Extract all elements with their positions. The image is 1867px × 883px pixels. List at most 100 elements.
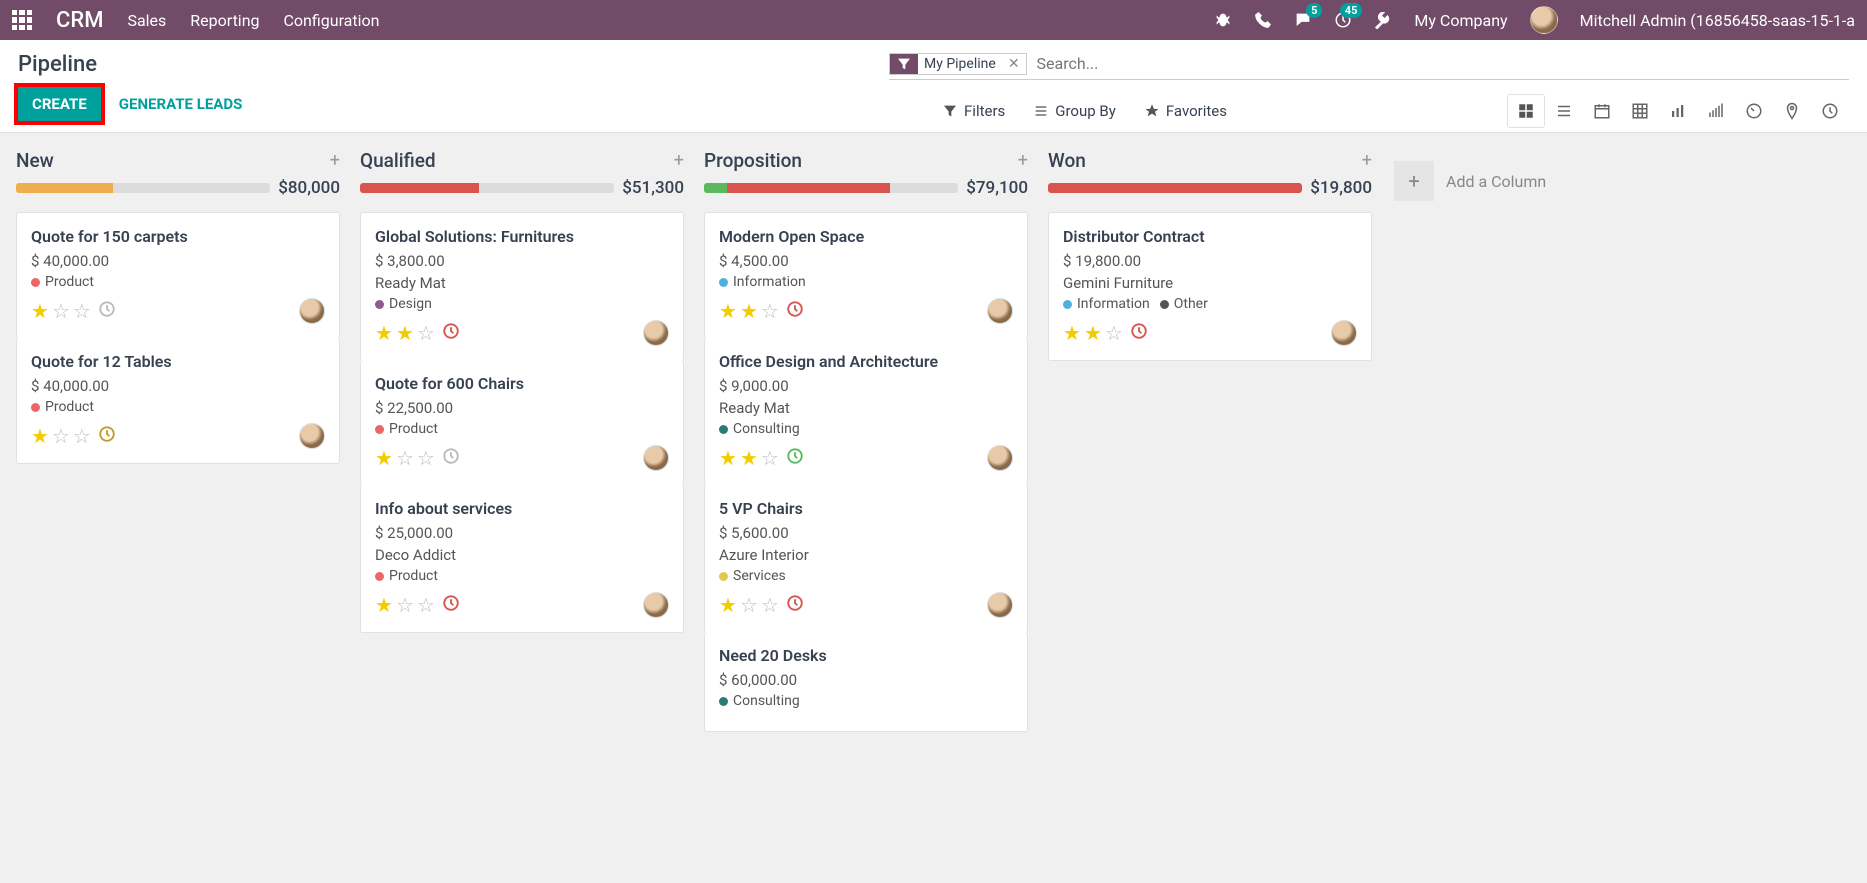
card-avatar[interactable] [987, 445, 1013, 471]
priority-star[interactable]: ★ [740, 446, 758, 470]
user-avatar[interactable] [1530, 6, 1558, 34]
phone-icon[interactable] [1254, 11, 1272, 29]
calendar-view-button[interactable] [1583, 94, 1621, 128]
activity-clock-icon[interactable] [438, 447, 460, 469]
kanban-card[interactable]: Distributor Contract$ 19,800.00Gemini Fu… [1048, 212, 1372, 361]
kanban-card[interactable]: Quote for 600 Chairs$ 22,500.00Product★☆… [360, 360, 684, 486]
groupby-dropdown[interactable]: Group By [1033, 102, 1116, 120]
generate-leads-button[interactable]: GENERATE LEADS [119, 95, 243, 113]
kanban-card[interactable]: Global Solutions: Furnitures$ 3,800.00Re… [360, 212, 684, 361]
tag-dot-icon [31, 403, 40, 412]
nav-sales[interactable]: Sales [127, 11, 166, 30]
add-column-label[interactable]: Add a Column [1446, 172, 1546, 191]
card-avatar[interactable] [643, 445, 669, 471]
priority-star[interactable]: ☆ [73, 299, 91, 323]
priority-star[interactable]: ☆ [417, 593, 435, 617]
card-avatar[interactable] [987, 298, 1013, 324]
dashboard-view-button[interactable] [1735, 94, 1773, 128]
kanban-card[interactable]: Need 20 Desks$ 60,000.00Consulting [704, 632, 1028, 732]
priority-star[interactable]: ★ [375, 321, 393, 345]
priority-star[interactable]: ☆ [761, 593, 779, 617]
activity-icon[interactable]: 45 [1334, 11, 1352, 29]
card-avatar[interactable] [299, 298, 325, 324]
priority-star[interactable]: ☆ [396, 446, 414, 470]
map-view-button[interactable] [1773, 94, 1811, 128]
kanban-card[interactable]: Modern Open Space$ 4,500.00Information★★… [704, 212, 1028, 339]
graph-view-button[interactable] [1659, 94, 1697, 128]
priority-star[interactable]: ☆ [396, 593, 414, 617]
priority-star[interactable]: ★ [396, 321, 414, 345]
card-avatar[interactable] [299, 423, 325, 449]
priority-star[interactable]: ★ [719, 446, 737, 470]
company-selector[interactable]: My Company [1414, 11, 1507, 30]
kanban-card[interactable]: Office Design and Architecture$ 9,000.00… [704, 338, 1028, 486]
wrench-icon[interactable] [1374, 11, 1392, 29]
priority-star[interactable]: ☆ [417, 446, 435, 470]
tag-dot-icon [375, 425, 384, 434]
nav-reporting[interactable]: Reporting [190, 11, 259, 30]
priority-star[interactable]: ★ [719, 299, 737, 323]
card-avatar[interactable] [987, 592, 1013, 618]
card-title: Quote for 150 carpets [31, 227, 325, 246]
card-avatar[interactable] [643, 592, 669, 618]
priority-star[interactable]: ☆ [417, 321, 435, 345]
activity-clock-icon[interactable] [1126, 322, 1148, 344]
favorites-dropdown[interactable]: Favorites [1144, 102, 1227, 120]
tag-dot-icon [31, 278, 40, 287]
pivot-view-button[interactable] [1621, 94, 1659, 128]
apps-grid-icon[interactable] [12, 10, 32, 30]
priority-star[interactable]: ☆ [73, 424, 91, 448]
priority-star[interactable]: ☆ [1105, 321, 1123, 345]
priority-star[interactable]: ★ [31, 299, 49, 323]
priority-star[interactable]: ★ [719, 593, 737, 617]
activity-clock-icon[interactable] [782, 447, 804, 469]
bug-icon[interactable] [1214, 11, 1232, 29]
filters-dropdown[interactable]: Filters [942, 102, 1005, 120]
column-add-icon[interactable]: + [1362, 150, 1372, 171]
priority-star[interactable]: ★ [1084, 321, 1102, 345]
chat-icon[interactable]: 5 [1294, 11, 1312, 29]
column-progress-bar[interactable] [1048, 183, 1302, 193]
priority-star[interactable]: ☆ [52, 299, 70, 323]
tag: Other [1160, 296, 1208, 312]
priority-star[interactable]: ☆ [740, 593, 758, 617]
priority-star[interactable]: ★ [1063, 321, 1081, 345]
priority-star[interactable]: ★ [740, 299, 758, 323]
activity-view-button[interactable] [1811, 94, 1849, 128]
priority-star[interactable]: ☆ [52, 424, 70, 448]
column-progress-bar[interactable] [16, 183, 270, 193]
card-avatar[interactable] [1331, 320, 1357, 346]
column-progress-bar[interactable] [704, 183, 958, 193]
kanban-card[interactable]: Quote for 150 carpets$ 40,000.00Product★… [16, 212, 340, 339]
priority-star[interactable]: ★ [375, 446, 393, 470]
priority-star[interactable]: ★ [375, 593, 393, 617]
priority-star[interactable]: ☆ [761, 446, 779, 470]
create-button[interactable]: CREATE [18, 87, 101, 121]
activity-clock-icon[interactable] [782, 594, 804, 616]
activity-clock-icon[interactable] [438, 594, 460, 616]
search-input[interactable] [1035, 52, 1849, 75]
activity-clock-icon[interactable] [94, 300, 116, 322]
kanban-view-button[interactable] [1507, 94, 1545, 128]
column-add-icon[interactable]: + [674, 150, 684, 171]
card-avatar[interactable] [643, 320, 669, 346]
kanban-card[interactable]: Quote for 12 Tables$ 40,000.00Product★☆☆ [16, 338, 340, 464]
activity-clock-icon[interactable] [782, 300, 804, 322]
priority-star[interactable]: ★ [31, 424, 49, 448]
column-add-icon[interactable]: + [330, 150, 340, 171]
user-menu[interactable]: Mitchell Admin (16856458-saas-15-1-a [1580, 11, 1855, 30]
activity-clock-icon[interactable] [94, 425, 116, 447]
list-view-button[interactable] [1545, 94, 1583, 128]
kanban-card[interactable]: 5 VP Chairs$ 5,600.00Azure InteriorServi… [704, 485, 1028, 633]
priority-star[interactable]: ☆ [761, 299, 779, 323]
kanban-card[interactable]: Info about services$ 25,000.00Deco Addic… [360, 485, 684, 633]
filter-chip-remove[interactable]: ✕ [1002, 54, 1026, 74]
activity-clock-icon[interactable] [438, 322, 460, 344]
column-total: $51,300 [622, 178, 684, 198]
cohort-view-button[interactable] [1697, 94, 1735, 128]
add-column-button[interactable]: + [1394, 161, 1434, 201]
nav-configuration[interactable]: Configuration [284, 11, 380, 30]
column-progress-bar[interactable] [360, 183, 614, 193]
column-add-icon[interactable]: + [1018, 150, 1028, 171]
search-box[interactable]: My Pipeline ✕ [889, 52, 1849, 80]
